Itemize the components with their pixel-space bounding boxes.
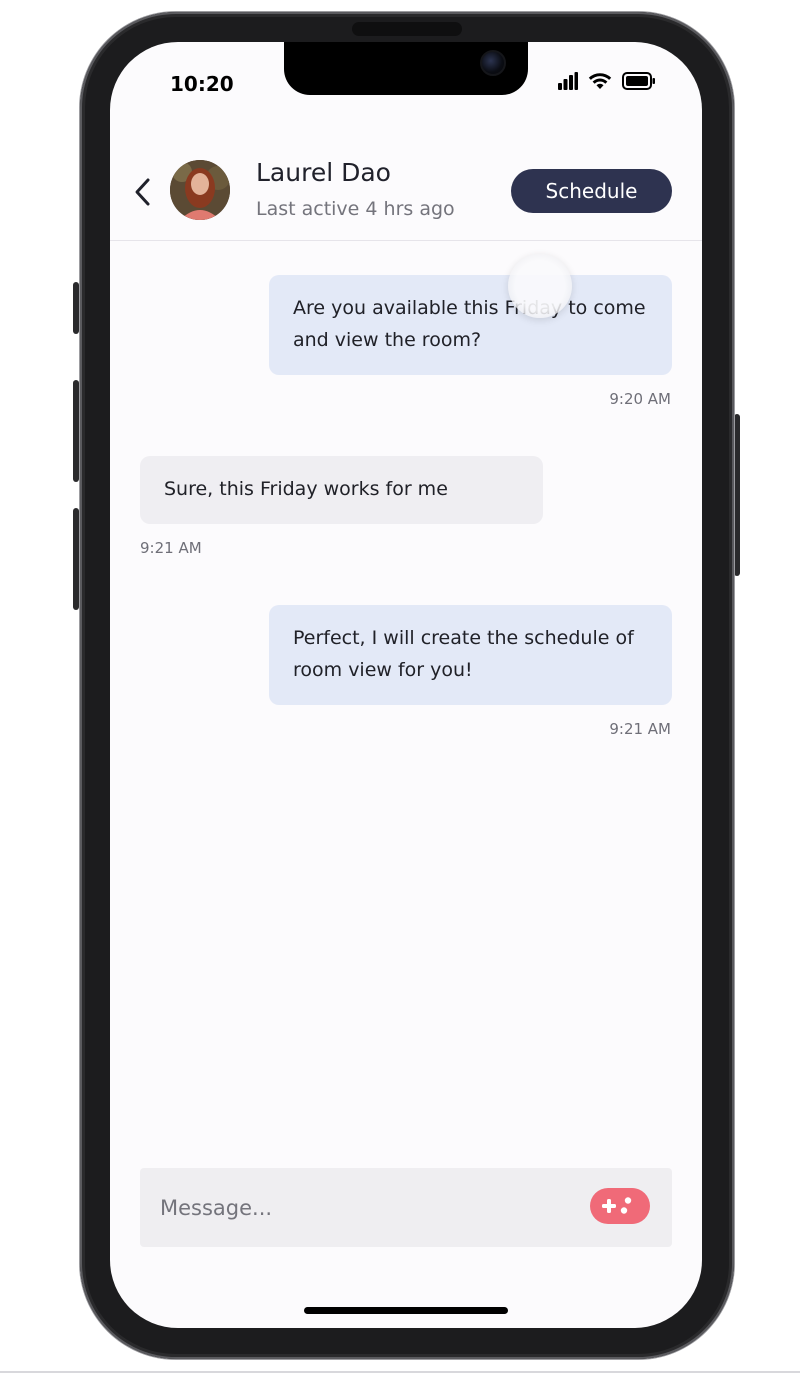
message-timestamp: 9:20 AM [609,390,671,408]
avatar[interactable] [170,160,230,220]
chat-screen: 10:20 Laurel Dao Last active 4 hrs ago S… [110,42,702,1328]
contact-name: Laurel Dao [256,158,391,187]
message-timestamp: 9:21 AM [140,539,202,557]
power-button [734,414,740,576]
silent-switch [73,282,79,334]
speaker-grille [352,22,462,36]
back-button[interactable] [128,174,158,210]
status-time: 10:20 [170,72,234,96]
chevron-left-icon [135,178,150,206]
message-composer [140,1168,672,1247]
cellular-signal-icon [558,72,578,94]
message-bubble-outgoing[interactable]: Are you available this Friday to come an… [269,275,672,375]
chat-header: Laurel Dao Last active 4 hrs ago Schedul… [110,152,702,241]
game-button[interactable] [590,1188,650,1224]
wifi-icon [588,72,612,94]
message-bubble-outgoing[interactable]: Perfect, I will create the schedule of r… [269,605,672,705]
message-input[interactable] [158,1186,562,1230]
gamepad-icon [602,1197,632,1214]
notch [284,42,528,95]
volume-down-button [73,508,79,610]
device-mockup: 10:20 Laurel Dao Last active 4 hrs ago S… [0,0,800,1373]
schedule-button[interactable]: Schedule [511,169,672,213]
status-icons [558,72,656,94]
message-bubble-incoming[interactable]: Sure, this Friday works for me [140,456,543,524]
front-camera [480,50,506,76]
contact-last-active: Last active 4 hrs ago [256,198,455,220]
volume-up-button [73,380,79,482]
message-timestamp: 9:21 AM [609,720,671,738]
home-indicator[interactable] [304,1307,508,1314]
battery-icon [622,72,656,94]
touch-indicator [508,254,572,318]
